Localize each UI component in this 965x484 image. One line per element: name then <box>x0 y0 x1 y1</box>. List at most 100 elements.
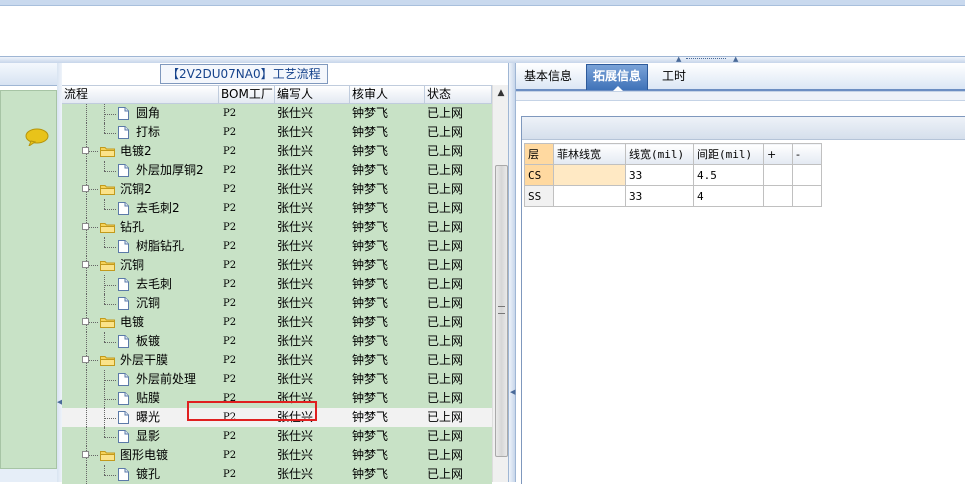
tree-row[interactable]: − 沉铜 P2张仕兴钟梦飞已上网 <box>62 256 492 275</box>
cell-status[interactable]: 已上网 <box>425 351 492 370</box>
cell-reviewer[interactable]: 钟梦飞 <box>350 256 425 275</box>
cell-status[interactable]: 已上网 <box>425 332 492 351</box>
cell-editor[interactable]: 张仕兴 <box>275 123 350 142</box>
cell-minus[interactable] <box>792 185 822 207</box>
tree-row[interactable]: 外层前处理 P2 张仕兴 钟梦飞 已上网 <box>62 370 492 389</box>
tree-row[interactable]: 打标 P2 张仕兴 钟梦飞 已上网 <box>62 123 492 142</box>
tree-row[interactable]: 外层加厚铜2 P2 张仕兴 钟梦飞 已上网 <box>62 161 492 180</box>
cell-layer[interactable]: SS <box>524 185 554 207</box>
cell-editor[interactable]: 张仕兴 <box>275 275 350 294</box>
cell-status[interactable]: 已上网 <box>425 104 492 123</box>
cell-reviewer[interactable]: 钟梦飞 <box>350 237 425 256</box>
tree-node[interactable]: 显影 <box>62 427 219 446</box>
cell-reviewer[interactable]: 钟梦飞 <box>350 465 425 484</box>
cell-bom[interactable]: P2 <box>219 427 275 446</box>
cell-status[interactable]: 已上网 <box>425 294 492 313</box>
collapse-node-icon[interactable]: − <box>82 147 89 154</box>
tree-node[interactable]: 外层前处理 <box>62 370 219 389</box>
cell-status[interactable]: 已上网 <box>425 256 492 275</box>
header-film-width[interactable]: 菲林线宽 <box>553 143 626 165</box>
header-layer[interactable]: 层 <box>524 143 554 165</box>
cell-layer[interactable]: CS <box>524 164 554 186</box>
tree-node[interactable]: − 钻孔 <box>62 218 219 237</box>
column-header-bom[interactable]: BOM工厂 <box>219 86 275 103</box>
tree-row[interactable]: − 外层干膜 P2张仕兴钟梦飞已上网 <box>62 351 492 370</box>
cell-status[interactable]: 已上网 <box>425 313 492 332</box>
cell-status[interactable]: 已上网 <box>425 199 492 218</box>
cell-status[interactable]: 已上网 <box>425 408 492 427</box>
cell-bom[interactable]: P2 <box>219 332 275 351</box>
cell-editor[interactable]: 张仕兴 <box>275 446 350 465</box>
cell-editor[interactable]: 张仕兴 <box>275 351 350 370</box>
cell-bom[interactable]: P2 <box>219 256 275 275</box>
cell-plus[interactable] <box>763 164 793 186</box>
cell-reviewer[interactable]: 钟梦飞 <box>350 351 425 370</box>
cell-line-width[interactable]: 33 <box>625 185 694 207</box>
tree-node[interactable]: − 电镀 <box>62 313 219 332</box>
tree-node[interactable]: 去毛刺2 <box>62 199 219 218</box>
tree-row[interactable]: 板镀 P2 张仕兴 钟梦飞 已上网 <box>62 332 492 351</box>
tree-node[interactable]: − 电镀2 <box>62 142 219 161</box>
column-header-editor[interactable]: 编写人 <box>275 86 350 103</box>
cell-reviewer[interactable]: 钟梦飞 <box>350 123 425 142</box>
cell-editor[interactable]: 张仕兴 <box>275 218 350 237</box>
tree-node[interactable]: 外层加厚铜2 <box>62 161 219 180</box>
tree-row[interactable]: 树脂钻孔 P2 张仕兴 钟梦飞 已上网 <box>62 237 492 256</box>
cell-editor[interactable]: 张仕兴 <box>275 294 350 313</box>
cell-bom[interactable]: P2 <box>219 180 275 199</box>
cell-status[interactable]: 已上网 <box>425 161 492 180</box>
cell-editor[interactable]: 张仕兴 <box>275 370 350 389</box>
tree-node[interactable]: 树脂钻孔 <box>62 237 219 256</box>
tree-node[interactable]: − 图形电镀 <box>62 446 219 465</box>
tree-row[interactable]: − 钻孔 P2张仕兴钟梦飞已上网 <box>62 218 492 237</box>
cell-status[interactable]: 已上网 <box>425 237 492 256</box>
tree-node[interactable]: − 外层干膜 <box>62 351 219 370</box>
tree-row[interactable]: − 电镀 P2张仕兴钟梦飞已上网 <box>62 313 492 332</box>
column-header-reviewer[interactable]: 核审人 <box>350 86 425 103</box>
cell-editor[interactable]: 张仕兴 <box>275 104 350 123</box>
remove-column-button[interactable]: - <box>792 143 822 165</box>
cell-film-width[interactable] <box>553 185 626 207</box>
collapse-up-icon-right[interactable]: ▲ <box>733 56 739 63</box>
tree-node[interactable]: 去毛刺 <box>62 275 219 294</box>
cell-status[interactable]: 已上网 <box>425 465 492 484</box>
cell-bom[interactable]: P2 <box>219 218 275 237</box>
cell-status[interactable]: 已上网 <box>425 218 492 237</box>
collapse-up-icon[interactable]: ▲ <box>676 56 682 63</box>
cell-bom[interactable]: P2 <box>219 294 275 313</box>
cell-reviewer[interactable]: 钟梦飞 <box>350 218 425 237</box>
cell-spacing[interactable]: 4.5 <box>693 164 764 186</box>
cell-spacing[interactable]: 4 <box>693 185 764 207</box>
cell-reviewer[interactable]: 钟梦飞 <box>350 408 425 427</box>
tree-row[interactable]: 去毛刺 P2 张仕兴 钟梦飞 已上网 <box>62 275 492 294</box>
tree-row[interactable]: − 电镀2 P2张仕兴钟梦飞已上网 <box>62 142 492 161</box>
tree-row[interactable]: 去毛刺2 P2 张仕兴 钟梦飞 已上网 <box>62 199 492 218</box>
collapse-node-icon[interactable]: − <box>82 185 89 192</box>
chat-bubble-icon[interactable] <box>25 128 49 146</box>
right-vertical-splitter[interactable]: ◀ <box>508 63 516 482</box>
collapse-right-icon[interactable]: ◀ <box>510 388 515 396</box>
tab-extended-info[interactable]: 拓展信息 <box>586 64 649 91</box>
tree-node[interactable]: 打标 <box>62 123 219 142</box>
cell-editor[interactable]: 张仕兴 <box>275 256 350 275</box>
cell-bom[interactable]: P2 <box>219 161 275 180</box>
cell-bom[interactable]: P2 <box>219 351 275 370</box>
cell-status[interactable]: 已上网 <box>425 123 492 142</box>
tree-row[interactable]: 圆角 P2 张仕兴 钟梦飞 已上网 <box>62 104 492 123</box>
tab-work-hours[interactable]: 工时 <box>656 65 692 87</box>
cell-minus[interactable] <box>792 164 822 186</box>
collapse-node-icon[interactable]: − <box>82 451 89 458</box>
cell-reviewer[interactable]: 钟梦飞 <box>350 275 425 294</box>
cell-bom[interactable]: P2 <box>219 237 275 256</box>
collapse-node-icon[interactable]: − <box>82 318 89 325</box>
tree-vertical-scrollbar[interactable]: ▲ <box>492 85 509 482</box>
tree-row[interactable]: 沉铜 P2 张仕兴 钟梦飞 已上网 <box>62 294 492 313</box>
cell-editor[interactable]: 张仕兴 <box>275 161 350 180</box>
tree-node[interactable]: 镀孔 <box>62 465 219 484</box>
cell-editor[interactable]: 张仕兴 <box>275 313 350 332</box>
cell-editor[interactable]: 张仕兴 <box>275 142 350 161</box>
cell-film-width[interactable] <box>553 164 626 186</box>
cell-reviewer[interactable]: 钟梦飞 <box>350 142 425 161</box>
cell-status[interactable]: 已上网 <box>425 427 492 446</box>
cell-bom[interactable]: P2 <box>219 199 275 218</box>
